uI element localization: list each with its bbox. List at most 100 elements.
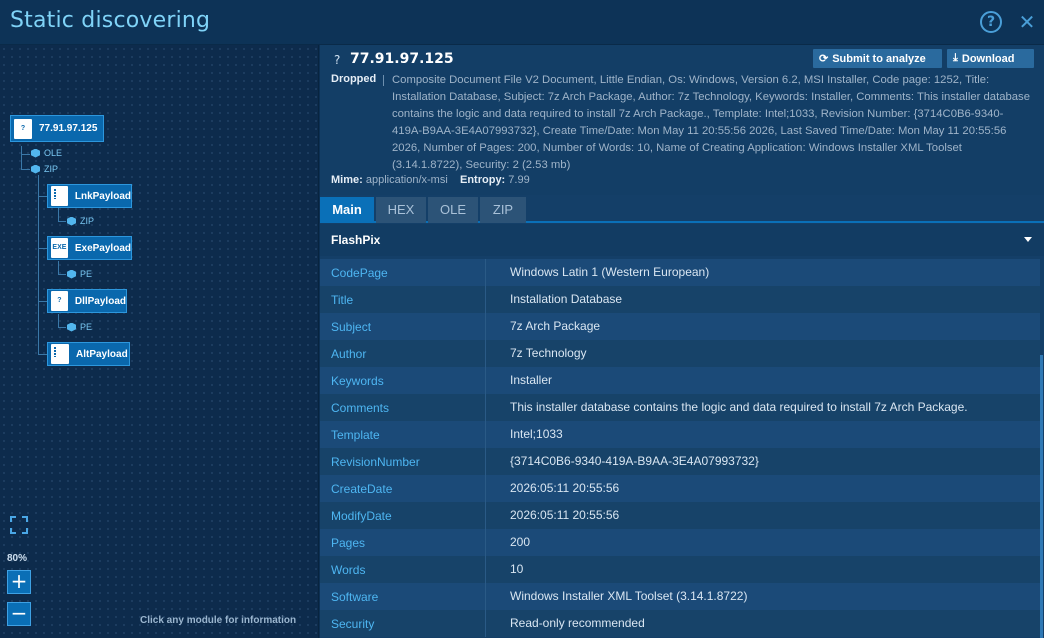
- property-value: 2026:05:11 20:55:56: [510, 508, 620, 522]
- tree-connector: [21, 154, 30, 155]
- table-row: Software Windows Installer XML Toolset (3…: [320, 583, 1040, 610]
- property-key: RevisionNumber: [331, 455, 420, 469]
- column-divider: [485, 502, 486, 529]
- unknown-type-icon: ?: [334, 53, 341, 67]
- table-row: Comments This installer database contains…: [320, 394, 1040, 421]
- entropy-label: Entropy:: [460, 174, 506, 186]
- property-value: Installation Database: [510, 292, 623, 306]
- tree-node-root[interactable]: ? 77.91.97.125: [10, 115, 104, 142]
- table-row: Author 7z Technology: [320, 340, 1040, 367]
- window-header: Static discovering ? ✕: [0, 0, 1044, 45]
- tree-connector: [21, 146, 22, 170]
- column-divider: [485, 475, 486, 502]
- property-value: 2026:05:11 20:55:56: [510, 481, 620, 495]
- section-header-flashpix[interactable]: FlashPix: [320, 224, 1044, 256]
- tree-connector: [58, 208, 59, 222]
- tree-connector: [38, 301, 47, 302]
- property-key: ModifyDate: [331, 509, 392, 523]
- zip-file-icon: [51, 186, 68, 206]
- tab-hex[interactable]: HEX: [376, 197, 426, 223]
- property-key: Security: [331, 617, 375, 631]
- zoom-out-button[interactable]: −: [7, 602, 31, 626]
- cube-icon: [31, 164, 40, 174]
- help-icon[interactable]: ?: [980, 11, 1002, 33]
- property-value: Intel;1033: [510, 427, 563, 441]
- table-row: ModifyDate 2026:05:11 20:55:56: [320, 502, 1040, 529]
- column-divider: [485, 610, 486, 637]
- separator: [383, 75, 384, 86]
- tree-connector: [38, 354, 47, 355]
- column-divider: [485, 556, 486, 583]
- column-divider: [485, 340, 486, 367]
- zoom-in-button[interactable]: +: [7, 570, 31, 594]
- download-icon: ⤓: [953, 52, 958, 64]
- tree-node-altpayload[interactable]: AltPayload: [47, 342, 130, 366]
- column-divider: [485, 259, 486, 286]
- tree-node-zip[interactable]: ZIP: [31, 164, 58, 174]
- tree-node-exe-pe[interactable]: PE: [67, 269, 92, 279]
- property-key: Pages: [331, 536, 366, 550]
- document-icon: ?: [14, 118, 32, 139]
- column-divider: [485, 286, 486, 313]
- property-key: Keywords: [331, 374, 384, 388]
- column-divider: [485, 367, 486, 394]
- tree-connector: [58, 221, 66, 222]
- cube-icon: [67, 216, 76, 226]
- tree-node-label: 77.91.97.125: [39, 123, 98, 134]
- table-row: Title Installation Database: [320, 286, 1040, 313]
- property-key: Software: [331, 590, 379, 604]
- unknown-file-icon: ?: [51, 291, 68, 311]
- table-row: Subject 7z Arch Package: [320, 313, 1040, 340]
- mime-entropy-line: Mime: application/x-msi Entropy: 7.99: [331, 174, 530, 186]
- tree-connector: [38, 248, 47, 249]
- column-divider: [485, 583, 486, 610]
- column-divider: [485, 394, 486, 421]
- tab-main[interactable]: Main: [320, 197, 374, 223]
- tab-zip[interactable]: ZIP: [480, 197, 526, 223]
- table-row: Security Read-only recommended: [320, 610, 1040, 637]
- cube-icon: [67, 269, 76, 279]
- scrollbar[interactable]: [1040, 355, 1043, 638]
- property-key: Words: [331, 563, 366, 577]
- tree-connector: [58, 274, 66, 275]
- mime-value: application/x-msi: [365, 174, 448, 186]
- mime-label: Mime:: [331, 174, 363, 186]
- tree-node-exepayload[interactable]: EXE ExePayload: [47, 236, 132, 260]
- property-key: CreateDate: [331, 482, 393, 496]
- caret-down-icon[interactable]: [1024, 237, 1032, 242]
- tree-node-ole[interactable]: OLE: [31, 148, 62, 158]
- file-name: 77.91.97.125: [350, 51, 454, 67]
- tab-ole[interactable]: OLE: [428, 197, 478, 223]
- tree-node-dll-pe[interactable]: PE: [67, 322, 92, 332]
- section-title: FlashPix: [331, 233, 381, 247]
- fit-to-screen-icon[interactable]: [10, 516, 28, 534]
- download-button[interactable]: ⤓ Download: [947, 49, 1034, 68]
- column-divider: [485, 421, 486, 448]
- page-title: Static discovering: [10, 8, 211, 33]
- table-row: Words 10: [320, 556, 1040, 583]
- tree-connector: [38, 196, 47, 197]
- table-row: RevisionNumber {3714C0B6-9340-419A-B9AA-3…: [320, 448, 1040, 475]
- cube-icon: [67, 322, 76, 332]
- property-key: Comments: [331, 401, 390, 415]
- tree-connector: [38, 175, 39, 355]
- tree-connector: [58, 261, 59, 275]
- details-panel: ? 77.91.97.125 ⟳ Submit to analyze ⤓ Dow…: [320, 45, 1044, 638]
- tree-node-dllpayload[interactable]: ? DllPayload: [47, 289, 127, 313]
- property-value: {3714C0B6-9340-419A-B9AA-3E4A07993732}: [510, 454, 759, 468]
- submit-to-analyze-button[interactable]: ⟳ Submit to analyze: [813, 49, 942, 68]
- close-icon[interactable]: ✕: [1017, 10, 1037, 34]
- column-divider: [485, 313, 486, 340]
- tree-connector: [21, 169, 30, 170]
- tree-connector: [58, 314, 59, 328]
- property-key: Template: [331, 428, 380, 442]
- tree-node-lnkpayload[interactable]: LnkPayload: [47, 184, 132, 208]
- table-row: CreateDate 2026:05:11 20:55:56: [320, 475, 1040, 502]
- property-value: Installer: [510, 373, 553, 387]
- table-row: Pages 200: [320, 529, 1040, 556]
- property-key: Subject: [331, 320, 372, 334]
- tab-bar: Main HEX OLE ZIP: [320, 197, 1044, 223]
- property-key: Title: [331, 293, 354, 307]
- cube-icon: [31, 148, 40, 158]
- tree-node-lnk-zip[interactable]: ZIP: [67, 216, 94, 226]
